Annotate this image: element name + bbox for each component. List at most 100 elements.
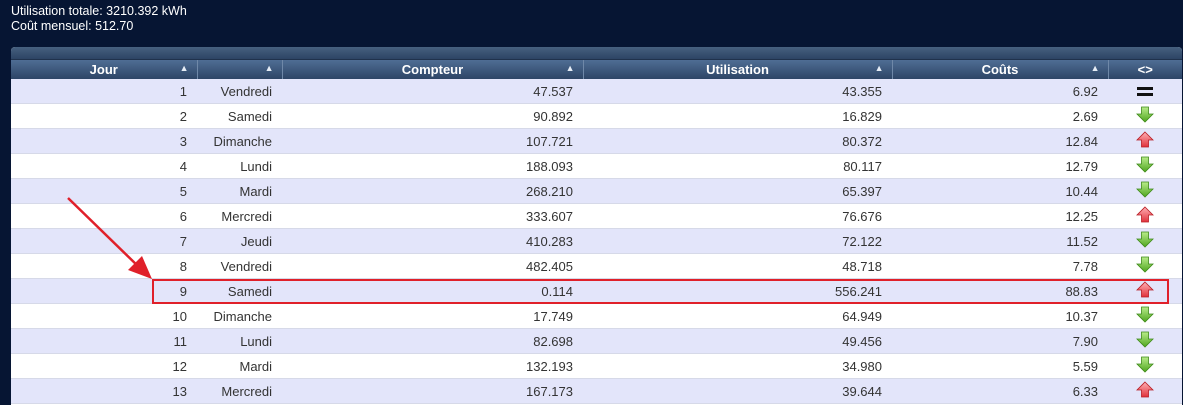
arrow-down-icon [1136, 181, 1154, 201]
cost-cell: 5.59 [892, 353, 1108, 379]
counter-cell: 268.210 [282, 178, 583, 204]
trend-cell [1108, 178, 1182, 204]
day-cell: 4 [11, 153, 197, 179]
day-cell: 10 [11, 303, 197, 329]
usage-cell: 80.372 [583, 128, 892, 154]
arrow-down-icon [1136, 331, 1154, 351]
trend-cell [1108, 228, 1182, 254]
daily-usage-table: Jour ▲ ▲ Compteur ▲ Utilisation ▲ Coûts [11, 60, 1182, 404]
weekday-cell: Dimanche [197, 128, 282, 154]
counter-cell: 132.193 [282, 353, 583, 379]
trend-cell [1108, 103, 1182, 129]
weekday-cell: Jeudi [197, 228, 282, 254]
day-cell: 2 [11, 103, 197, 129]
panel-title-bar [11, 47, 1182, 60]
arrow-up-icon [1136, 131, 1154, 151]
arrow-down-icon [1136, 231, 1154, 251]
weekday-cell: Samedi [197, 103, 282, 129]
sort-arrow-icon: ▲ [179, 63, 189, 73]
counter-cell: 167.173 [282, 378, 583, 404]
usage-table-panel: Jour ▲ ▲ Compteur ▲ Utilisation ▲ Coûts [11, 47, 1182, 405]
usage-cell: 64.949 [583, 303, 892, 329]
trend-cell [1108, 128, 1182, 154]
table-row: 10 Dimanche 17.749 64.949 10.37 [11, 303, 1182, 329]
equal-icon [1137, 87, 1153, 97]
cost-cell: 12.79 [892, 153, 1108, 179]
counter-cell: 188.093 [282, 153, 583, 179]
table-row: 7 Jeudi 410.283 72.122 11.52 [11, 228, 1182, 254]
weekday-cell: Lundi [197, 153, 282, 179]
table-row: 9 Samedi 0.114 556.241 88.83 [11, 278, 1182, 304]
column-header-counter[interactable]: Compteur ▲ [282, 60, 584, 79]
cost-cell: 6.33 [892, 378, 1108, 404]
trend-cell [1108, 353, 1182, 379]
column-header-trend[interactable]: <> [1108, 60, 1182, 79]
counter-cell: 410.283 [282, 228, 583, 254]
usage-cell: 65.397 [583, 178, 892, 204]
cost-cell: 2.69 [892, 103, 1108, 129]
usage-cell: 72.122 [583, 228, 892, 254]
usage-cell: 80.117 [583, 153, 892, 179]
table-row: 13 Mercredi 167.173 39.644 6.33 [11, 378, 1182, 404]
trend-cell [1108, 303, 1182, 329]
sort-arrow-icon: ▲ [565, 63, 575, 73]
counter-cell: 90.892 [282, 103, 583, 129]
table-row: 11 Lundi 82.698 49.456 7.90 [11, 328, 1182, 354]
monthly-cost-text: Coût mensuel: 512.70 [11, 19, 134, 33]
counter-cell: 17.749 [282, 303, 583, 329]
weekday-cell: Mardi [197, 353, 282, 379]
counter-cell: 482.405 [282, 253, 583, 279]
column-header-day[interactable]: Jour ▲ [11, 60, 198, 79]
arrow-down-icon [1136, 256, 1154, 276]
weekday-cell: Lundi [197, 328, 282, 354]
cost-cell: 11.52 [892, 228, 1108, 254]
counter-cell: 107.721 [282, 128, 583, 154]
day-cell: 12 [11, 353, 197, 379]
counter-cell: 0.114 [282, 278, 583, 304]
column-header-usage[interactable]: Utilisation ▲ [583, 60, 893, 79]
table-row: 1 Vendredi 47.537 43.355 6.92 [11, 79, 1182, 104]
day-cell: 11 [11, 328, 197, 354]
trend-cell [1108, 253, 1182, 279]
total-usage-text: Utilisation totale: 3210.392 kWh [11, 4, 187, 18]
day-cell: 6 [11, 203, 197, 229]
day-cell: 1 [11, 79, 197, 104]
cost-cell: 6.92 [892, 79, 1108, 104]
day-cell: 5 [11, 178, 197, 204]
table-row: 5 Mardi 268.210 65.397 10.44 [11, 178, 1182, 204]
cost-cell: 7.90 [892, 328, 1108, 354]
cost-cell: 12.25 [892, 203, 1108, 229]
usage-cell: 556.241 [583, 278, 892, 304]
sort-arrow-icon: ▲ [1090, 63, 1100, 73]
weekday-cell: Mercredi [197, 378, 282, 404]
arrow-down-icon [1136, 106, 1154, 126]
usage-cell: 39.644 [583, 378, 892, 404]
trend-cell [1108, 278, 1182, 304]
trend-cell [1108, 378, 1182, 404]
day-cell: 13 [11, 378, 197, 404]
counter-cell: 47.537 [282, 79, 583, 104]
trend-cell [1108, 153, 1182, 179]
counter-cell: 82.698 [282, 328, 583, 354]
day-cell: 7 [11, 228, 197, 254]
table-row: 2 Samedi 90.892 16.829 2.69 [11, 103, 1182, 129]
usage-cell: 48.718 [583, 253, 892, 279]
arrow-up-icon [1136, 281, 1154, 301]
weekday-cell: Mercredi [197, 203, 282, 229]
counter-cell: 333.607 [282, 203, 583, 229]
day-cell: 3 [11, 128, 197, 154]
cost-cell: 10.37 [892, 303, 1108, 329]
weekday-cell: Mardi [197, 178, 282, 204]
table-header-row: Jour ▲ ▲ Compteur ▲ Utilisation ▲ Coûts [11, 60, 1182, 79]
trend-cell [1108, 203, 1182, 229]
arrow-down-icon [1136, 306, 1154, 326]
cost-cell: 88.83 [892, 278, 1108, 304]
weekday-cell: Vendredi [197, 79, 282, 104]
column-header-weekday[interactable]: ▲ [197, 60, 283, 79]
table-row: 12 Mardi 132.193 34.980 5.59 [11, 353, 1182, 379]
usage-cell: 34.980 [583, 353, 892, 379]
column-header-cost[interactable]: Coûts ▲ [892, 60, 1109, 79]
cost-cell: 12.84 [892, 128, 1108, 154]
cost-cell: 7.78 [892, 253, 1108, 279]
usage-summary: Utilisation totale: 3210.392 kWh Coût me… [11, 4, 187, 34]
